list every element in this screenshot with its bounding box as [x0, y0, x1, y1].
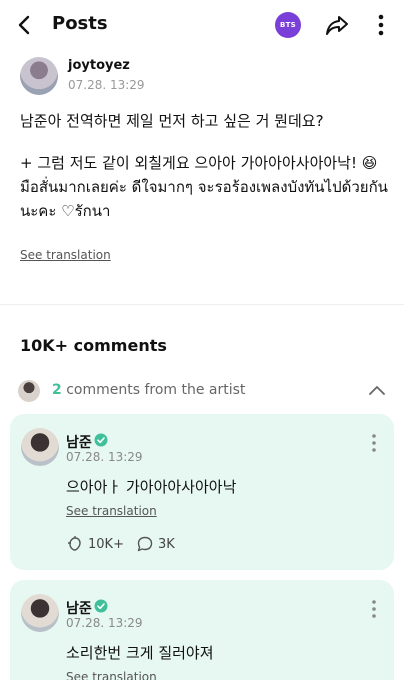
- comment-text: 소리한번 크게 질러야져: [66, 644, 214, 662]
- author-name[interactable]: joytoyez: [68, 58, 130, 73]
- like-icon: [68, 536, 81, 551]
- artist-comment-card: 남준 07.28. 13:29 소리한번 크게 질러야져 See transla…: [10, 580, 394, 680]
- artist-comment-card: 남준 07.28. 13:29 으아아ㅏ 가아아아사아아낙 See transl…: [10, 414, 394, 570]
- reply-count: 3K: [158, 536, 175, 552]
- artist-comments-count: 2: [52, 382, 62, 398]
- comments-count-heading: 10K+ comments: [20, 336, 167, 355]
- more-vertical-icon[interactable]: [366, 432, 382, 454]
- commenter-avatar[interactable]: [21, 594, 59, 632]
- chevron-up-icon[interactable]: [368, 382, 386, 398]
- post-line: + 그럼 저도 같이 외칠게요 으아아 가아아아사아아낙! 😆: [20, 154, 378, 172]
- more-vertical-icon[interactable]: [366, 598, 382, 620]
- post-line: มือสั่นมากเลยค่ะ ดีใจมากๆ จะรอร้องเพลงบั…: [20, 178, 388, 220]
- post-line: 남준아 전역하면 제일 먼저 하고 싶은 거 뭔데요?: [20, 112, 324, 130]
- see-translation-link[interactable]: See translation: [66, 670, 157, 680]
- page-title: Posts: [52, 13, 108, 34]
- artist-comments-label: 2 comments from the artist: [52, 382, 245, 398]
- artist-comments-text: comments from the artist: [66, 382, 246, 398]
- comment-timestamp: 07.28. 13:29: [66, 450, 143, 464]
- post-timestamp: 07.28. 13:29: [68, 78, 145, 92]
- artist-avatar: [18, 380, 40, 402]
- reply-button[interactable]: 3K: [136, 535, 175, 553]
- like-count: 10K+: [88, 536, 124, 552]
- section-divider: [0, 304, 404, 305]
- see-translation-link[interactable]: See translation: [20, 248, 111, 262]
- verified-badge-icon: [94, 599, 108, 613]
- commenter-name[interactable]: 남준: [66, 598, 92, 618]
- author-avatar[interactable]: [20, 57, 58, 95]
- top-bar: Posts BTS: [0, 0, 404, 50]
- artist-comments-toggle[interactable]: 2 comments from the artist: [18, 378, 388, 402]
- like-button[interactable]: 10K+: [66, 535, 124, 553]
- reply-bubble-icon: [137, 536, 153, 552]
- post-body: 남준아 전역하면 제일 먼저 하고 싶은 거 뭔데요? + 그럼 저도 같이 외…: [20, 109, 392, 223]
- commenter-name[interactable]: 남준: [66, 432, 92, 452]
- see-translation-link[interactable]: See translation: [66, 504, 157, 518]
- comment-text: 으아아ㅏ 가아아아사아아낙: [66, 478, 237, 496]
- commenter-avatar[interactable]: [21, 428, 59, 466]
- share-icon[interactable]: [323, 11, 351, 39]
- community-badge[interactable]: BTS: [275, 12, 301, 38]
- back-arrow-icon[interactable]: [12, 12, 38, 38]
- more-vertical-icon[interactable]: [370, 11, 392, 39]
- comment-timestamp: 07.28. 13:29: [66, 616, 143, 630]
- verified-badge-icon: [94, 433, 108, 447]
